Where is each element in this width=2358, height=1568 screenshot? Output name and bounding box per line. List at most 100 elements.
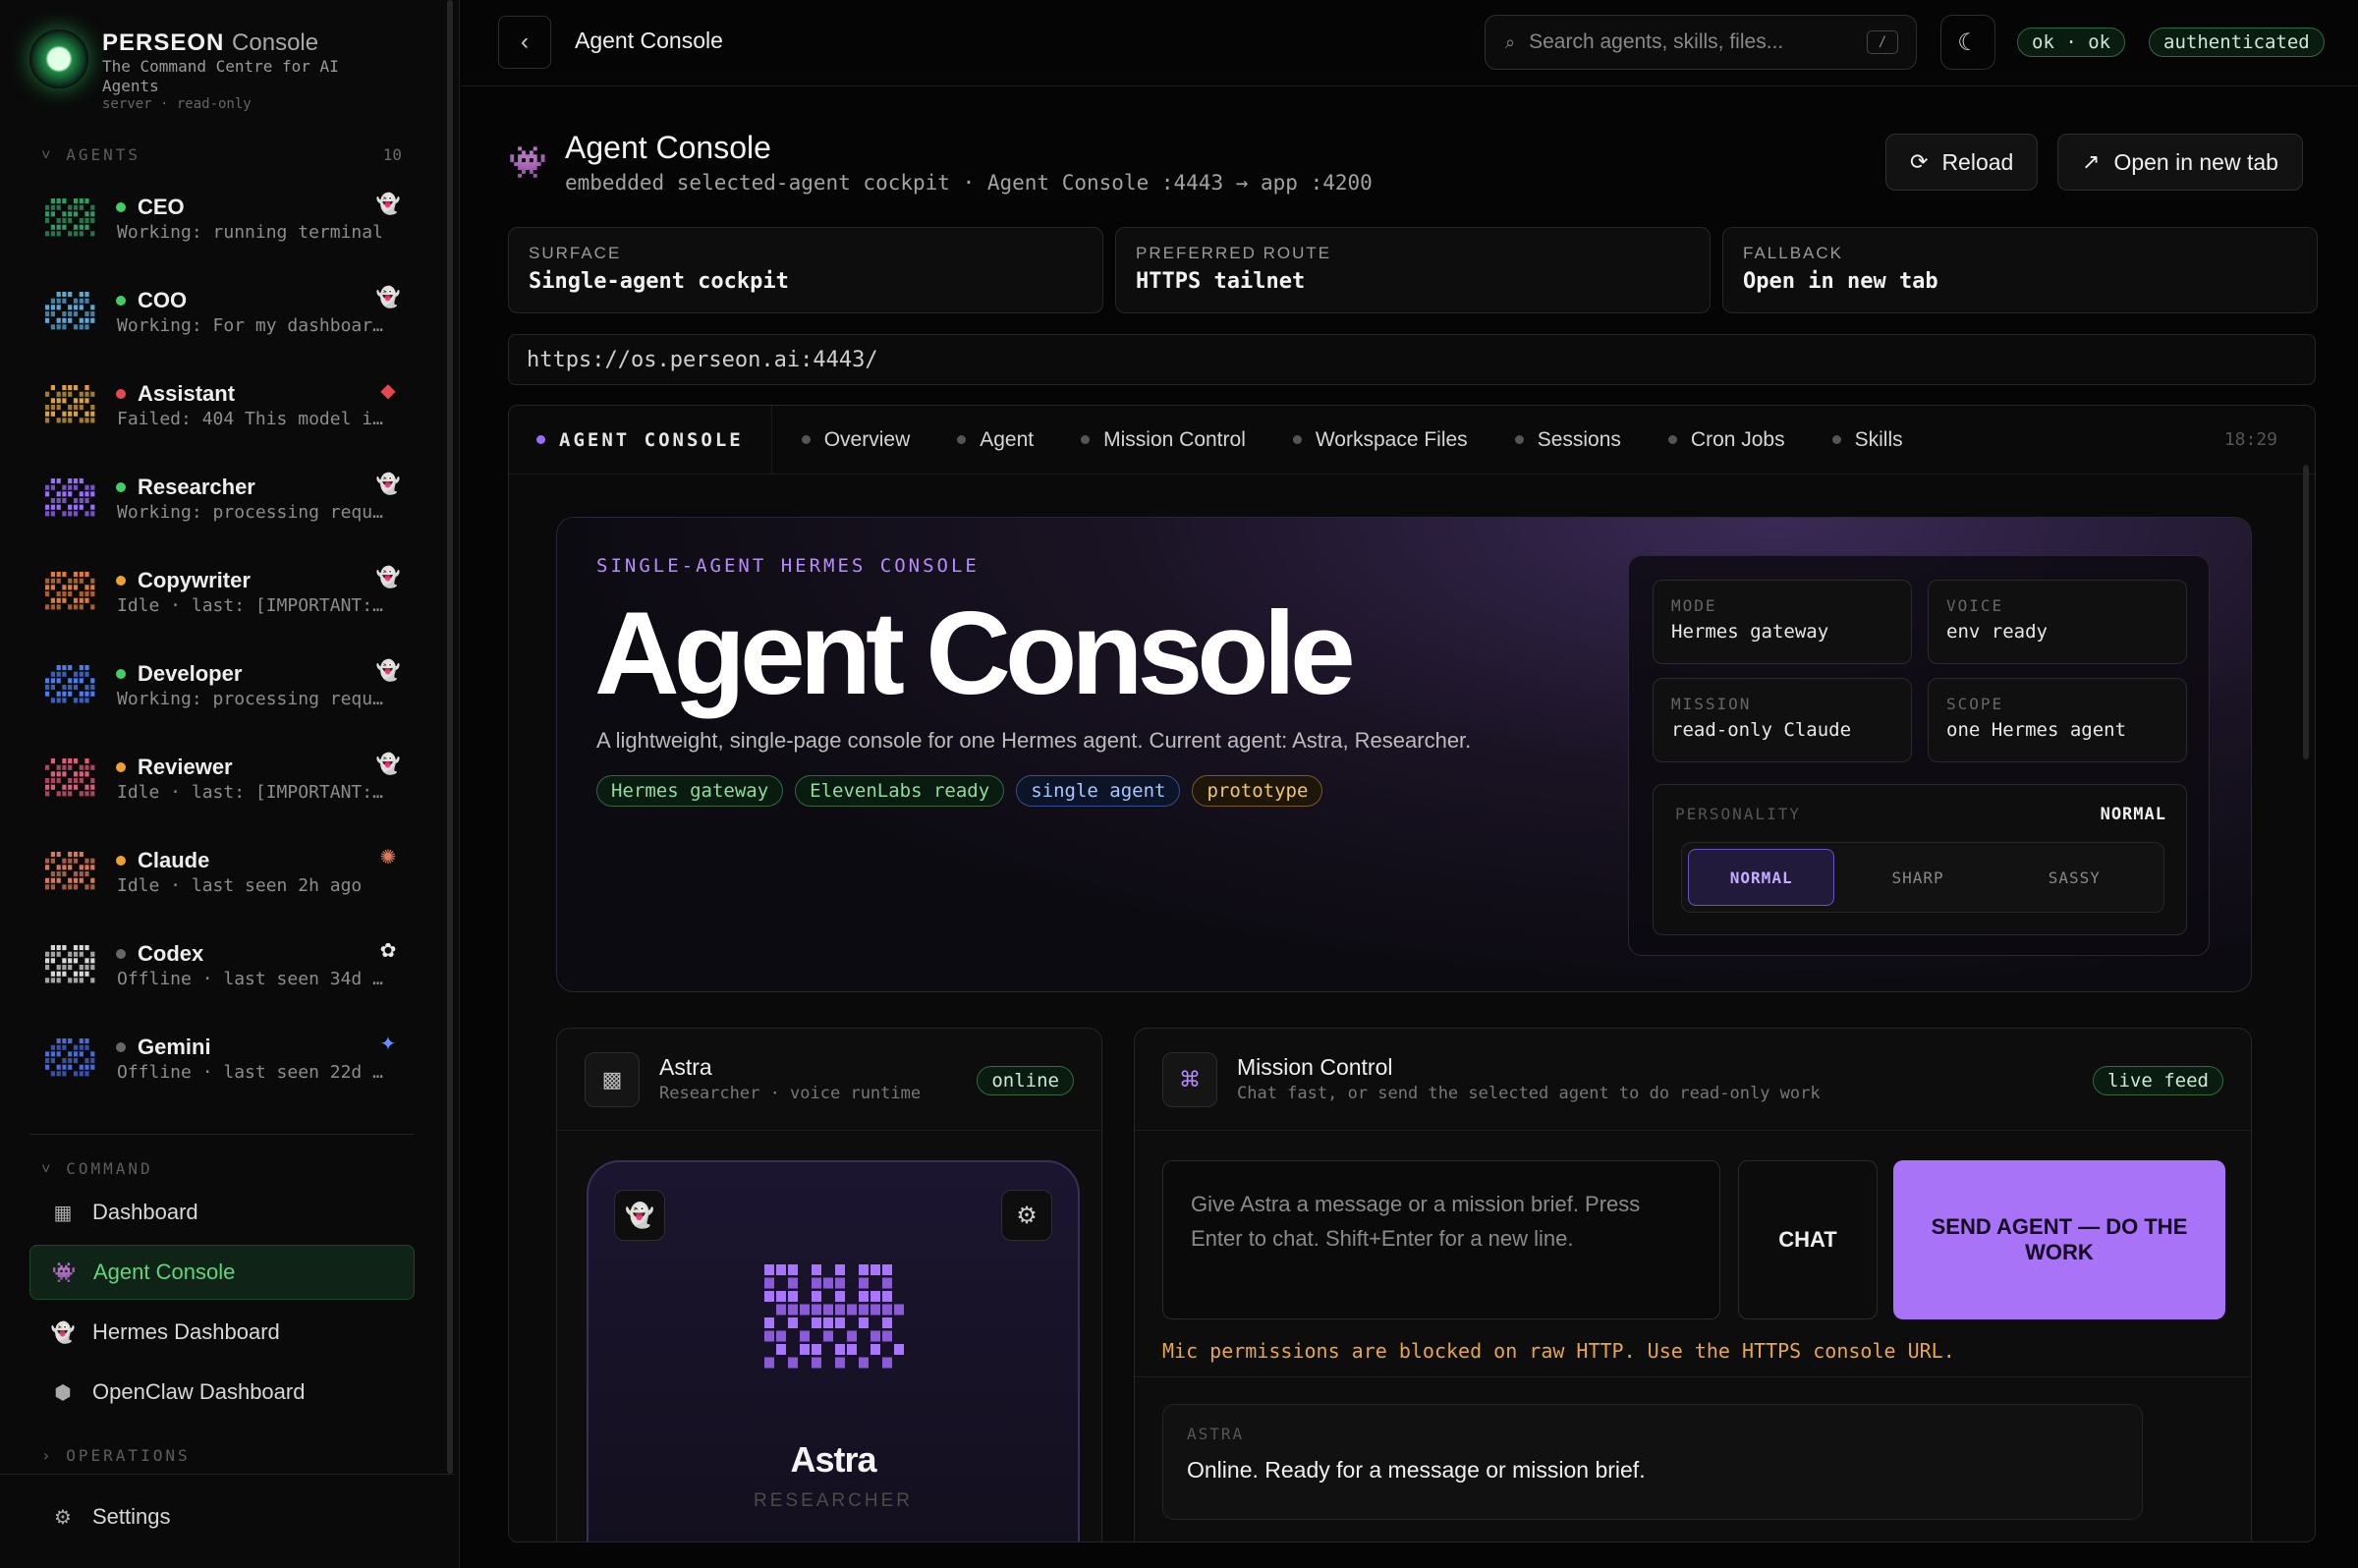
agent-item-coo[interactable]: COO Working: For my dashboar… 👻 bbox=[29, 268, 415, 357]
theme-toggle-button[interactable]: ☾ bbox=[1940, 15, 1995, 70]
nav-openclaw-dashboard[interactable]: ⬢ OpenClaw Dashboard bbox=[29, 1365, 415, 1420]
perseon-logo-icon bbox=[29, 29, 88, 88]
ghost-icon: 👻 bbox=[375, 193, 401, 215]
agent-log-entry: ASTRA Online. Ready for a message or mis… bbox=[1162, 1404, 2143, 1520]
agent-card-subtitle: Researcher · voice runtime bbox=[659, 1084, 922, 1103]
page-title: Agent Console bbox=[565, 130, 771, 165]
agent-item-codex[interactable]: Codex Offline · last seen 34d … ✿ bbox=[29, 922, 415, 1010]
agent-status: Offline · last seen 22d … bbox=[117, 1062, 383, 1083]
back-button[interactable]: ‹ bbox=[498, 16, 551, 69]
agent-avatar-icon bbox=[45, 852, 95, 890]
sidebar: PERSEON Console The Command Centre for A… bbox=[0, 0, 460, 1568]
agent-item-researcher[interactable]: Researcher Working: processing requ… 👻 bbox=[29, 455, 415, 543]
ghost-icon: 👻 bbox=[375, 473, 401, 495]
hero-tag: ElevenLabs ready bbox=[795, 775, 1005, 807]
topbar: ‹ Agent Console ⌕ Search agents, skills,… bbox=[461, 0, 2358, 86]
send-agent-button[interactable]: SEND AGENT — DO THE WORK bbox=[1893, 1160, 2225, 1319]
ghost-icon: 👻 bbox=[375, 286, 401, 308]
chevron-left-icon: ‹ bbox=[521, 28, 529, 55]
mission-control-card: ⌘ Mission Control Chat fast, or send the… bbox=[1134, 1028, 2252, 1541]
moon-icon: ☾ bbox=[1957, 28, 1979, 56]
nav-agent-console[interactable]: 👾 Agent Console bbox=[29, 1245, 415, 1300]
agent-status: Idle · last: [IMPORTANT:… bbox=[117, 595, 383, 616]
agents-section-toggle[interactable]: ˅ AGENTS bbox=[41, 145, 140, 165]
agents-count: 10 bbox=[382, 145, 402, 164]
brand-name: PERSEON Console bbox=[102, 29, 319, 56]
status-dot bbox=[116, 202, 126, 212]
nav-settings[interactable]: ⚙ Settings bbox=[29, 1489, 415, 1544]
hero-tag: single agent bbox=[1016, 775, 1181, 807]
tab-sessions[interactable]: Sessions bbox=[1514, 428, 1621, 452]
status-dot bbox=[116, 296, 126, 306]
ghost-icon[interactable]: 👻 bbox=[614, 1190, 665, 1241]
agent-sprite bbox=[764, 1264, 904, 1369]
ghost-icon: 👻 bbox=[375, 753, 401, 775]
mission-subtitle: Chat fast, or send the selected agent to… bbox=[1237, 1084, 1821, 1103]
hero-kicker: SINGLE-AGENT HERMES CONSOLE bbox=[596, 555, 980, 577]
agent-avatar: ▩ bbox=[585, 1052, 640, 1107]
agent-item-claude[interactable]: Claude Idle · last seen 2h ago ✺ bbox=[29, 828, 415, 917]
health-status-pill: ok · ok bbox=[2017, 28, 2126, 57]
agent-name: COO bbox=[116, 288, 187, 313]
fallback-card: FALLBACK Open in new tab bbox=[1722, 227, 2318, 313]
tab-agent-console[interactable]: AGENT CONSOLE bbox=[509, 406, 772, 475]
claw-icon: ⬢ bbox=[54, 1381, 72, 1404]
frame-clock: 18:29 bbox=[2223, 429, 2277, 450]
surface-card: SURFACE Single-agent cockpit bbox=[508, 227, 1103, 313]
agent-name: Developer bbox=[116, 661, 242, 687]
agent-item-gemini[interactable]: Gemini Offline · last seen 22d … ✦ bbox=[29, 1015, 415, 1103]
tab-skills[interactable]: Skills bbox=[1831, 428, 1903, 452]
operations-section-toggle[interactable]: › OPERATIONS bbox=[41, 1446, 191, 1465]
hero-title: Agent Console bbox=[594, 588, 1356, 719]
settings-gear-icon[interactable]: ⚙ bbox=[1001, 1190, 1052, 1241]
nav-dashboard[interactable]: ▦ Dashboard bbox=[29, 1185, 415, 1240]
agent-name: Astra bbox=[790, 1439, 876, 1480]
agent-item-ceo[interactable]: CEO Working: running terminal 👻 bbox=[29, 175, 415, 263]
search-input[interactable]: ⌕ Search agents, skills, files... / bbox=[1485, 15, 1917, 70]
status-dot bbox=[116, 482, 126, 492]
ghost-icon: 👻 bbox=[375, 659, 401, 682]
embedded-console-frame: AGENT CONSOLE Overview Agent Mission Con… bbox=[508, 405, 2316, 1542]
agent-avatar-icon bbox=[45, 292, 95, 330]
personality-segmented-control: NORMAL SHARP SASSY bbox=[1681, 842, 2164, 913]
personality-sharp-button[interactable]: SHARP bbox=[1844, 849, 1991, 906]
frame-scrollbar[interactable] bbox=[2303, 465, 2309, 759]
tab-mission-control[interactable]: Mission Control bbox=[1081, 428, 1246, 452]
tab-agent[interactable]: Agent bbox=[957, 428, 1034, 452]
agent-item-assistant[interactable]: Assistant Failed: 404 This model i… ◆ bbox=[29, 362, 415, 450]
status-dot bbox=[116, 389, 126, 399]
command-key-icon: ⌘ bbox=[1162, 1052, 1217, 1107]
agent-item-copywriter[interactable]: Copywriter Idle · last: [IMPORTANT:… 👻 bbox=[29, 548, 415, 637]
voice-card: VOICE env ready bbox=[1928, 580, 2187, 664]
console-url-field[interactable]: https://os.perseon.ai:4443/ bbox=[508, 334, 2316, 385]
external-link-icon: ↗ bbox=[2082, 149, 2101, 174]
agent-item-developer[interactable]: Developer Working: processing requ… 👻 bbox=[29, 642, 415, 730]
mission-message-input[interactable]: Give Astra a message or a mission brief.… bbox=[1162, 1160, 1720, 1319]
agent-status: Failed: 404 This model i… bbox=[117, 409, 383, 429]
tab-cron-jobs[interactable]: Cron Jobs bbox=[1667, 428, 1785, 452]
sunburst-icon: ✺ bbox=[379, 846, 397, 868]
tab-workspace-files[interactable]: Workspace Files bbox=[1292, 428, 1468, 452]
agent-avatar-icon bbox=[45, 198, 95, 237]
reload-button[interactable]: ⟳ Reload bbox=[1885, 134, 2039, 191]
search-icon: ⌕ bbox=[1505, 31, 1516, 52]
open-new-tab-button[interactable]: ↗ Open in new tab bbox=[2057, 134, 2303, 191]
status-dot bbox=[116, 669, 126, 679]
command-section-toggle[interactable]: ˅ COMMAND bbox=[41, 1159, 153, 1179]
personality-normal-button[interactable]: NORMAL bbox=[1688, 849, 1835, 906]
tab-overview[interactable]: Overview bbox=[801, 428, 910, 452]
topbar-title: Agent Console bbox=[575, 28, 723, 53]
personality-current: NORMAL bbox=[2100, 805, 2166, 824]
chat-button[interactable]: CHAT bbox=[1738, 1160, 1878, 1319]
sidebar-scrollbar[interactable] bbox=[447, 0, 453, 1474]
sparkle-icon: ✦ bbox=[379, 1033, 397, 1055]
nav-hermes-dashboard[interactable]: 👻 Hermes Dashboard bbox=[29, 1305, 415, 1360]
status-dot bbox=[116, 1042, 126, 1052]
personality-sassy-button[interactable]: SASSY bbox=[2001, 849, 2148, 906]
astra-agent-card: ▩ Astra Researcher · voice runtime onlin… bbox=[556, 1028, 1102, 1541]
refresh-icon: ⟳ bbox=[1910, 149, 1929, 174]
search-shortcut: / bbox=[1867, 30, 1898, 54]
agent-item-reviewer[interactable]: Reviewer Idle · last: [IMPORTANT:… 👻 bbox=[29, 735, 415, 823]
agent-stage: 👻 ⚙ Astra RESEARCHER bbox=[587, 1160, 1080, 1541]
ghost-icon: 👻 bbox=[375, 566, 401, 588]
